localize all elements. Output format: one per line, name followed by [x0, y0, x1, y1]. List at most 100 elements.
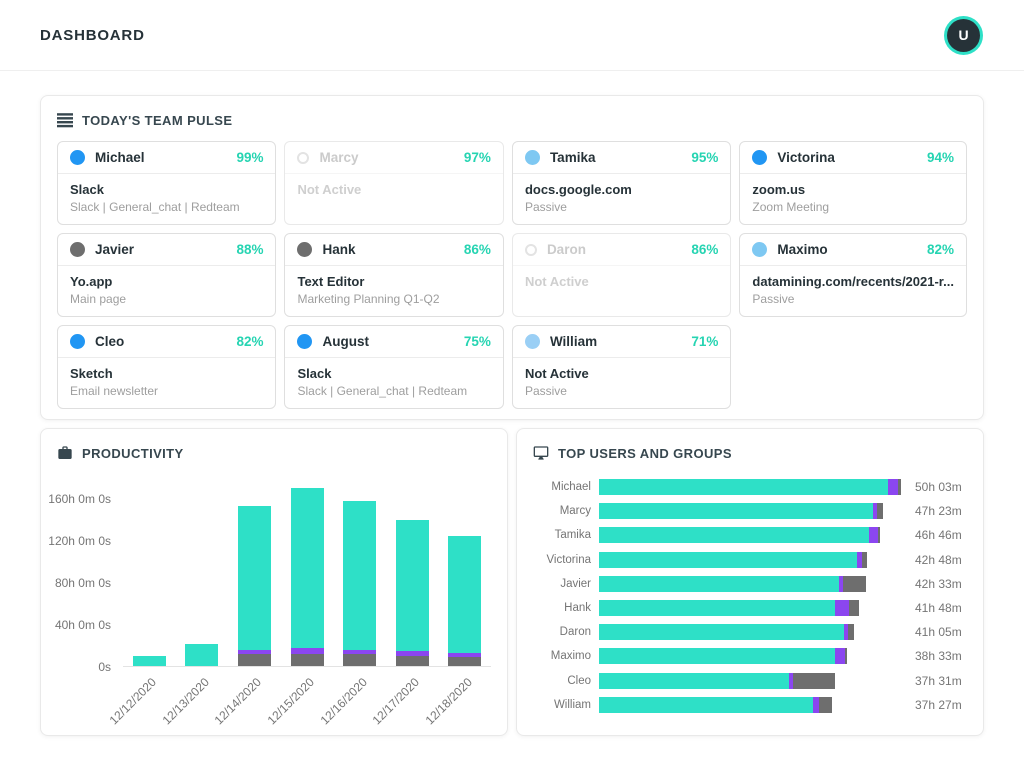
- bar-segment-teal: [599, 648, 836, 665]
- bar-track: [599, 624, 901, 641]
- pulse-percent: 75%: [463, 334, 491, 349]
- pulse-card-header: Hank 86%: [285, 234, 503, 266]
- productivity-bar: [185, 643, 219, 666]
- productivity-chart: 0s 40h 0m 0s 80h 0m 0s 120h 0m 0s 160h 0m 0s: [41, 461, 507, 674]
- y-tick-label: 80h 0m 0s: [54, 576, 111, 590]
- bar-segment-gray: [819, 696, 832, 713]
- duration-label: 50h 03m: [915, 480, 962, 495]
- bar-segment-gray: [845, 648, 847, 665]
- user-status-dot: [70, 150, 85, 165]
- pulse-card-cleo: Cleo 82% Sketch Email newsletter: [57, 325, 277, 409]
- user-status-dot: [70, 334, 85, 349]
- bar-track: [599, 648, 901, 665]
- bar-segment-gray: [847, 624, 854, 641]
- bar-segment-teal: [599, 696, 813, 713]
- current-app-detail: Main page: [70, 292, 127, 306]
- bar-segment-gray: [877, 527, 880, 544]
- productivity-bar: [237, 506, 271, 666]
- pulse-card-august: August 75% Slack Slack | General_chat | Red…: [284, 325, 504, 409]
- top-users-row: Javier 42h 33m: [533, 572, 967, 596]
- bar-segment-gray: [448, 656, 482, 666]
- bar-segment-purple: [812, 696, 820, 713]
- bar-segment-gray: [861, 551, 868, 568]
- x-tick-label: 12/13/2020: [159, 675, 212, 728]
- pulse-card-body: Not Active: [513, 266, 730, 299]
- bar-segment-teal: [395, 520, 429, 652]
- current-app: Not Active: [524, 366, 589, 381]
- pulse-card-body: Not Active Passive: [513, 358, 730, 408]
- productivity-bar: [448, 535, 482, 666]
- pulse-percent: 94%: [926, 150, 954, 165]
- user-name: August: [322, 334, 369, 349]
- user-name-label: Cleo: [567, 674, 591, 687]
- current-app: Not Active: [297, 182, 362, 197]
- pulse-card-body: docs.google.com Passive: [513, 174, 730, 224]
- duration-label: 47h 23m: [915, 504, 962, 519]
- pulse-card-body: zoom.us Zoom Meeting: [740, 174, 966, 224]
- pulse-card-header: August 75%: [285, 326, 503, 358]
- current-app-detail: Passive: [752, 292, 795, 306]
- pulse-card-daron: Daron 86% Not Active: [511, 233, 732, 317]
- bar-segment-gray: [842, 575, 866, 592]
- top-users-row: Marcy 47h 23m: [533, 499, 967, 523]
- bar-track: [599, 600, 901, 617]
- bar-segment-teal: [599, 672, 790, 689]
- pulse-percent: 71%: [691, 334, 719, 349]
- current-app: Sketch: [70, 366, 113, 381]
- user-avatar[interactable]: U: [947, 18, 980, 52]
- team-pulse-panel: TODAY'S TEAM PULSE Michael 99% Slack Slack …: [40, 95, 984, 420]
- user-name-label: Maximo: [550, 650, 591, 663]
- user-status-dot: [297, 242, 313, 257]
- user-name: Javier: [95, 242, 135, 257]
- bar-track: [599, 696, 901, 713]
- pulse-card-body: Slack Slack | General_chat | Redteam: [58, 174, 275, 224]
- pulse-card-header: Tamika 95%: [512, 142, 731, 174]
- user-name: Daron: [546, 242, 586, 257]
- top-users-row: Hank 41h 48m: [533, 596, 967, 620]
- duration-label: 37h 27m: [915, 697, 962, 712]
- bar-segment-teal: [343, 501, 377, 651]
- pulse-card-body: Text Editor Marketing Planning Q1-Q2: [285, 266, 502, 316]
- current-app: Text Editor: [297, 274, 365, 289]
- top-users-rows: Michael 50h 03m Marcy 47h 23m Tamika 46h 46m V…: [517, 461, 983, 717]
- bar-segment-teal: [599, 600, 836, 617]
- current-app-detail: Slack | General_chat | Redteam: [70, 200, 240, 214]
- user-name-label: Marcy: [559, 505, 591, 518]
- duration-label: 41h 05m: [915, 625, 962, 640]
- pulse-percent: 86%: [691, 242, 719, 257]
- pulse-card-body: Slack Slack | General_chat | Redteam: [285, 358, 502, 408]
- dashboard-content: TODAY'S TEAM PULSE Michael 99% Slack Slack …: [0, 71, 1024, 736]
- pulse-card-header: Victorina 94%: [740, 142, 966, 174]
- bar-segment-gray: [343, 654, 377, 666]
- y-tick-label: 160h 0m 0s: [48, 492, 111, 506]
- user-status-dot: [297, 151, 310, 164]
- user-name-label: Tamika: [554, 529, 591, 542]
- avatar-initial: U: [958, 27, 969, 43]
- top-users-row: William 37h 27m: [533, 693, 967, 717]
- bar-segment-teal: [599, 527, 870, 544]
- pulse-card-michael: Michael 99% Slack Slack | General_chat | Re…: [57, 141, 277, 225]
- pulse-card-body: Not Active: [285, 174, 502, 207]
- top-users-row: Daron 41h 05m: [533, 620, 967, 644]
- bar-track: [599, 527, 901, 544]
- user-status-dot: [752, 150, 768, 165]
- app-header: DASHBOARD U: [0, 0, 1024, 71]
- user-status-dot: [70, 242, 85, 257]
- user-name-label: Michael: [551, 481, 591, 494]
- y-tick-label: 120h 0m 0s: [48, 534, 111, 548]
- user-name: Tamika: [549, 150, 596, 165]
- user-name: Hank: [322, 242, 356, 257]
- pulse-card-header: Marcy 97%: [285, 142, 503, 174]
- current-app-detail: Zoom Meeting: [752, 200, 830, 214]
- user-name: Victorina: [777, 150, 835, 165]
- top-users-row: Cleo 37h 31m: [533, 669, 967, 693]
- duration-label: 46h 46m: [915, 528, 962, 543]
- pulse-card-marcy: Marcy 97% Not Active: [284, 141, 504, 225]
- y-tick-label: 0s: [98, 660, 111, 674]
- duration-label: 38h 33m: [915, 649, 962, 664]
- top-users-title: TOP USERS AND GROUPS: [558, 445, 732, 461]
- duration-label: 37h 31m: [915, 673, 962, 688]
- user-status-dot: [297, 334, 313, 349]
- current-app: datamining.com/recents/2021-r...: [752, 274, 954, 289]
- x-tick-label: 12/16/2020: [317, 675, 370, 728]
